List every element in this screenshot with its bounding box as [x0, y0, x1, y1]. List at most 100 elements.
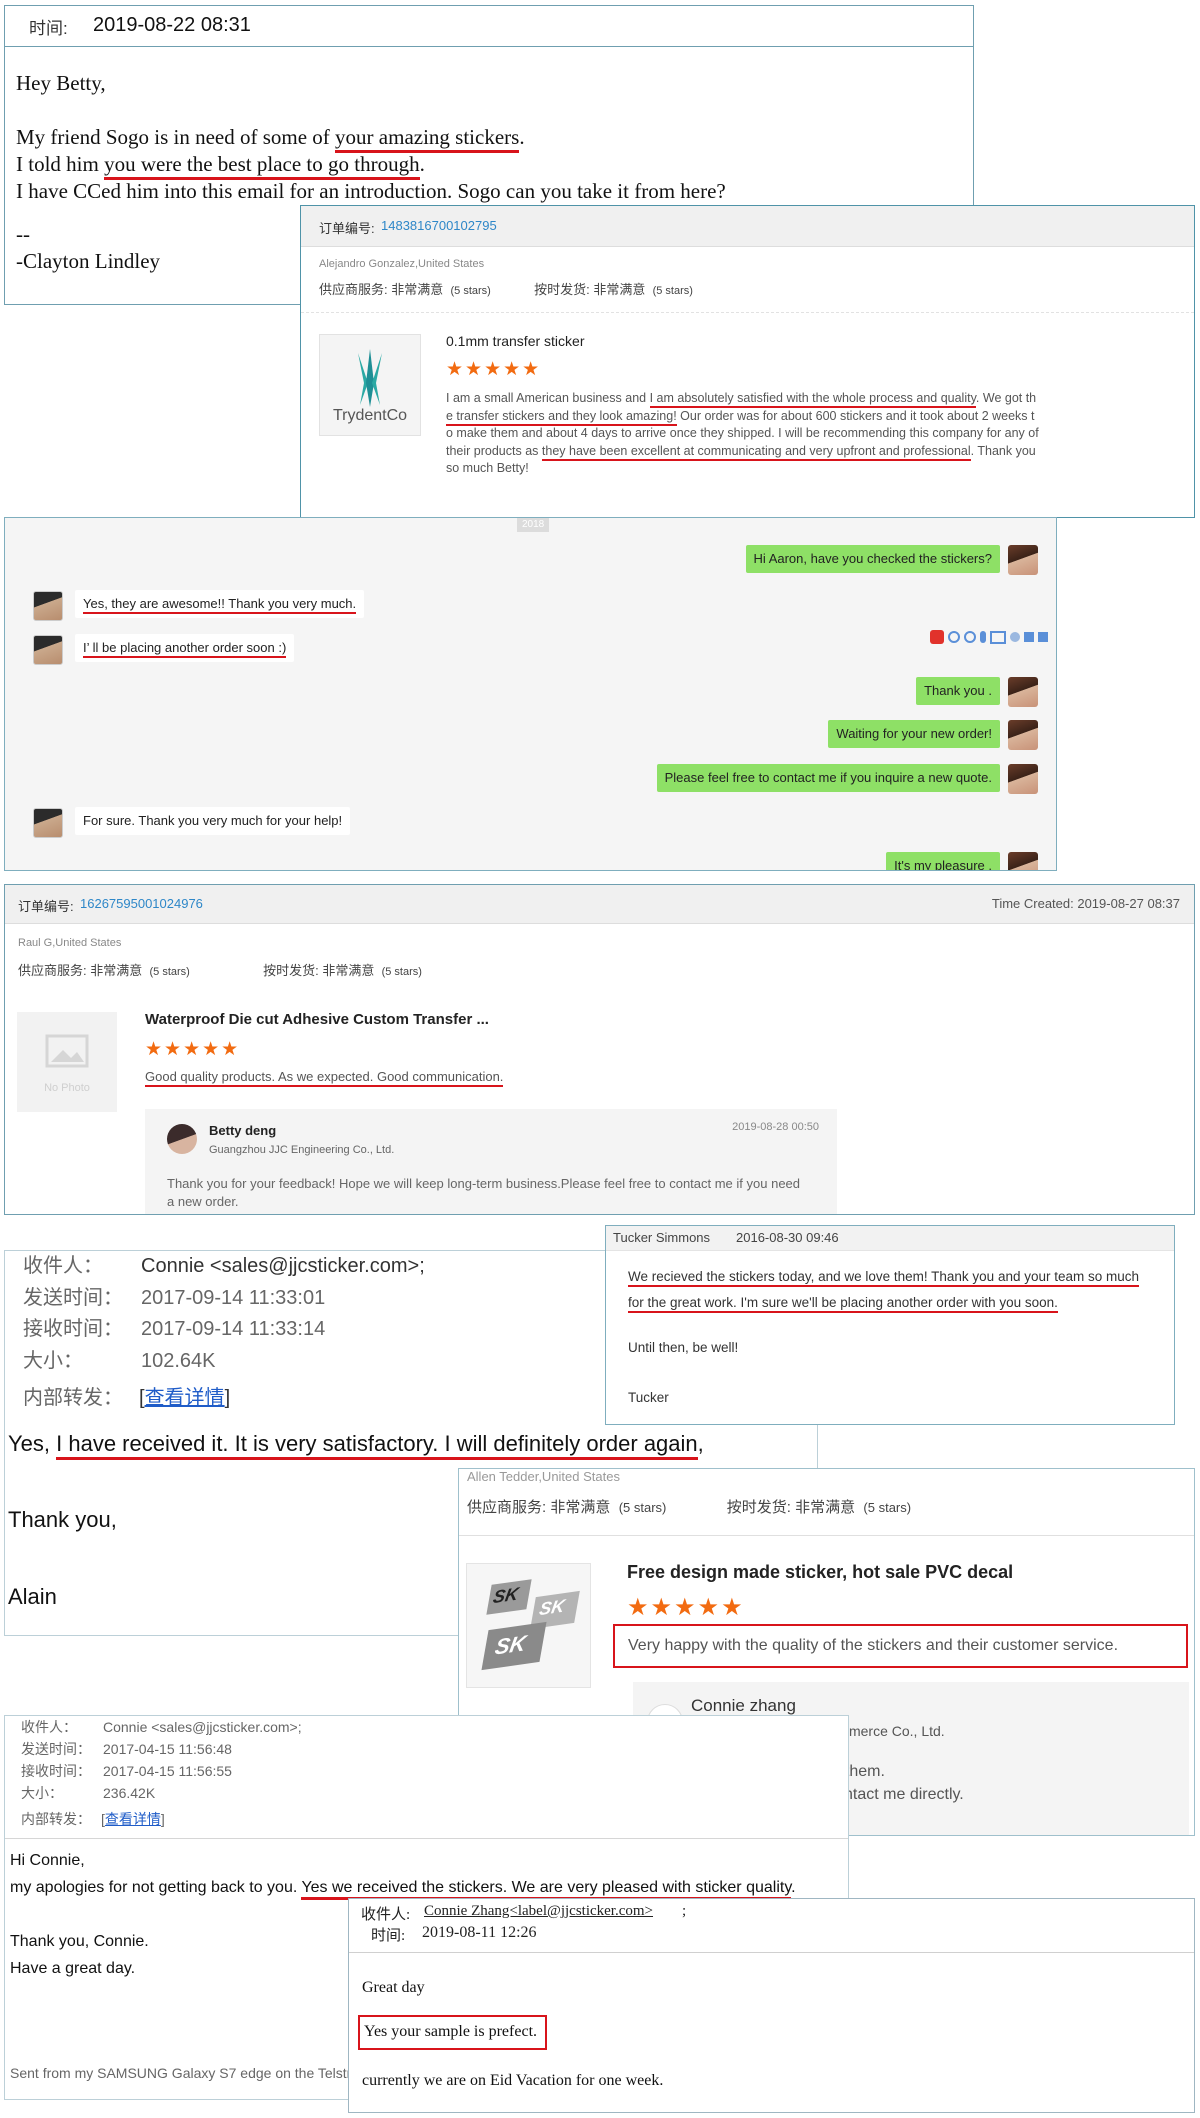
reply-name: Connie zhang [691, 1696, 796, 1715]
seller-avatar [1008, 677, 1038, 707]
seller-reply: Betty deng Guangzhou JJC Engineering Co.… [145, 1109, 837, 1214]
review-comment: Good quality products. As we expected. G… [145, 1069, 504, 1087]
body-line: my apologies for not getting back to you… [10, 1874, 796, 1901]
order-label: 订单编号: [18, 899, 74, 914]
highlight-received-stickers: Yes we received the stickers. We are ver… [301, 1879, 792, 1900]
reply-company: Guangzhou JJC Engineering Co., Ltd. [209, 1144, 395, 1156]
lang-icon[interactable] [948, 631, 960, 643]
order-header: 订单编号: 1483816700102795 [301, 206, 1194, 247]
email-body: Yes, I have received it. It is very sati… [8, 1431, 704, 1460]
input-method-icon[interactable] [930, 630, 944, 644]
sender-name: Tucker Simmons [613, 1230, 711, 1245]
review-comment: Very happy with the quality of the stick… [613, 1624, 1188, 1668]
highlight-received: I have received it. It is very satisfact… [56, 1431, 698, 1460]
email-header: 时间: 2019-08-22 08:31 [5, 6, 973, 47]
product-thumbnail: TrydentCo [319, 334, 421, 436]
recv-row: 接收时间： 2017-04-15 11:56:55 [21, 1763, 232, 1779]
sticker-tile: SK [486, 1579, 532, 1615]
star-rating: ★★★★★ [145, 1039, 241, 1060]
order-header: 订单编号: 16267595001024976 Time Created: 20… [5, 885, 1194, 924]
chat-message-in: I’ ll be placing another order soon :) [75, 634, 295, 662]
time-label: 时间: [371, 1928, 406, 1944]
message-panel-tucker: Tucker Simmons 2016-08-30 09:46 We recie… [605, 1225, 1175, 1425]
mic-icon[interactable] [980, 631, 986, 643]
divider [301, 312, 1194, 313]
highlight-best-place: you were the best place to go through [104, 152, 420, 180]
message-closing: Until then, be well! [628, 1340, 739, 1355]
message-header: Tucker Simmons 2016-08-30 09:46 [606, 1226, 1174, 1251]
user-icon[interactable] [1010, 632, 1020, 642]
buyer-avatar [33, 591, 63, 621]
rating-row: 供应商服务: 非常满意 (5 stars) 按时发货: 非常满意 (5 star… [319, 282, 693, 297]
chat-panel: 2018 Hi Aaron, have you checked the stic… [4, 517, 1057, 871]
meta-divider [349, 1952, 1194, 1953]
keyboard-icon[interactable] [990, 630, 1006, 644]
time-created: Time Created: 2019-08-27 08:37 [991, 896, 1180, 911]
email-meta: 收件人： Connie <sales@jjcsticker.com>; 发送时间：… [23, 1251, 425, 1415]
reply-name: Betty deng [209, 1123, 277, 1138]
size-row: 大小： 102.64K [23, 1349, 216, 1372]
chat-message-out: Waiting for your new order! [828, 720, 1000, 748]
body-line-3: I have CCed him into this email for an i… [16, 179, 726, 203]
sample-highlight: Yes your sample is prefect. [358, 2015, 548, 2050]
product-title[interactable]: Free design made sticker, hot sale PVC d… [627, 1562, 1013, 1583]
order-number-link[interactable]: 1483816700102795 [381, 218, 497, 233]
chat-message-in: For sure. Thank you very much for your h… [75, 807, 351, 835]
reply-avatar [167, 1124, 197, 1154]
time-label: 时间: [29, 19, 68, 38]
recv-row: 接收时间： 2017-09-14 11:33:14 [23, 1318, 326, 1340]
buyer-avatar [33, 808, 63, 838]
size-row: 大小： 236.42K [21, 1785, 156, 1801]
thanks: Thank you, [8, 1507, 117, 1532]
message-time: 2016-08-30 09:46 [736, 1230, 839, 1245]
forward-row: 内部转发： [查看详情] [21, 1811, 165, 1827]
product-thumbnail: SK SK SK [466, 1563, 591, 1688]
logo-text: TrydentCo [332, 407, 408, 424]
details-link[interactable]: 查看详情 [105, 1811, 161, 1827]
rating-row: 供应商服务: 非常满意 (5 stars) 按时发货: 非常满意 (5 star… [18, 963, 422, 978]
chat-message-in: Yes, they are awesome!! Thank you very m… [75, 590, 365, 618]
buyer-name: Alejandro Gonzalez,United States [319, 258, 485, 270]
order-number-link[interactable]: 16267595001024976 [80, 896, 203, 911]
product-title[interactable]: Waterproof Die cut Adhesive Custom Trans… [145, 1011, 489, 1028]
chat-message-out: Hi Aaron, have you checked the stickers? [745, 545, 1000, 573]
sent-from: Sent from my SAMSUNG Galaxy S7 edge on t… [10, 2065, 360, 2081]
divider [459, 1535, 1194, 1536]
review-panel-trydentco: 订单编号: 1483816700102795 Alejandro Gonzale… [300, 205, 1195, 518]
sent-row: 发送时间： 2017-04-15 11:56:48 [21, 1741, 232, 1757]
no-photo-label: No Photo [44, 1082, 90, 1094]
product-thumbnail: No Photo [17, 1012, 117, 1112]
sent-row: 发送时间： 2017-09-14 11:33:01 [23, 1286, 326, 1309]
email-panel-sample: 收件人: Connie Zhang<label@jjcsticker.com> … [348, 1898, 1195, 2113]
grid-icon[interactable] [1038, 632, 1048, 642]
to-row: 收件人： Connie <sales@jjcsticker.com>; [23, 1255, 425, 1277]
chat-message-out: Please feel free to contact me if you in… [656, 764, 1000, 792]
forward-row: 内部转发： [查看详情] [23, 1387, 231, 1409]
time-value: 2019-08-22 08:31 [93, 14, 251, 36]
email-meta: 收件人： Connie <sales@jjcsticker.com>; 发送时间：… [21, 1716, 302, 1830]
to-row: 收件人： Connie <sales@jjcsticker.com>; [21, 1719, 302, 1735]
buyer-name: Allen Tedder,United States [467, 1469, 620, 1484]
reply-text: Thank you for your feedback! Hope we wil… [167, 1176, 801, 1209]
shirt-icon[interactable] [1024, 632, 1034, 642]
body-line-2: I told him you were the best place to go… [16, 151, 726, 180]
meta-divider [5, 1838, 848, 1839]
details-link[interactable]: 查看详情 [145, 1387, 225, 1409]
product-title[interactable]: 0.1mm transfer sticker [446, 333, 584, 349]
trident-logo-icon [358, 349, 382, 407]
message-signature: Tucker [628, 1390, 669, 1405]
smile-icon[interactable] [964, 631, 976, 643]
seller-avatar [1008, 720, 1038, 750]
to-value-link[interactable]: Connie Zhang<label@jjcsticker.com> [424, 1903, 653, 1920]
order-label: 订单编号: [319, 221, 375, 236]
chat-timestamp: 2018 [517, 518, 550, 532]
to-separator: ; [682, 1903, 687, 1919]
star-rating: ★★★★★ [446, 359, 542, 380]
highlight-amazing-stickers: your amazing stickers [335, 125, 520, 153]
image-placeholder-icon [45, 1034, 89, 1068]
message-text: We recieved the stickers today, and we l… [628, 1264, 1153, 1316]
reply-time: 2019-08-28 00:50 [732, 1121, 819, 1133]
sticker-tile: SK [481, 1621, 547, 1671]
greeting: Great day [362, 1979, 425, 1996]
review-panel-raul: 订单编号: 16267595001024976 Time Created: 20… [4, 884, 1195, 1215]
